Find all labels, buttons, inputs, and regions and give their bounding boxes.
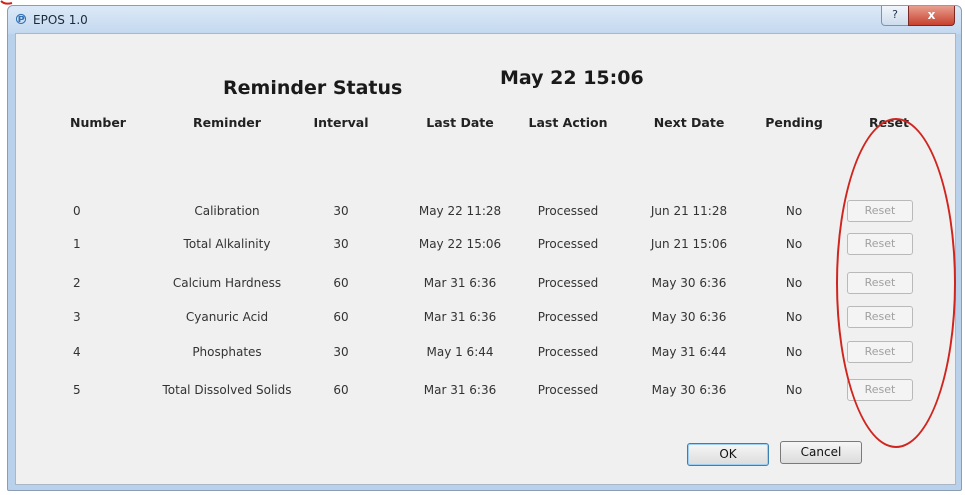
column-header-next-date: Next Date [653,115,725,130]
dialog-content [15,33,956,485]
cell-reminder: Calcium Hardness [172,276,282,290]
app-icon: ℗ [14,12,28,28]
help-button[interactable]: ? [881,6,909,26]
column-header-pending: Pending [765,115,823,130]
cell-next-date: Jun 21 15:06 [650,237,728,251]
column-header-interval: Interval [313,115,369,130]
cell-reminder: Cyanuric Acid [185,310,269,324]
cell-pending: No [785,345,803,359]
cell-interval: 30 [333,204,349,218]
cell-last-date: May 22 11:28 [418,204,502,218]
cell-interval: 60 [333,383,349,397]
close-button[interactable]: x [908,6,955,26]
cell-last-date: Mar 31 6:36 [423,276,497,290]
cell-last-action: Processed [537,204,599,218]
column-header-number: Number [70,115,126,130]
cell-number: 0 [73,204,81,218]
cell-reminder: Phosphates [192,345,262,359]
cell-interval: 30 [333,237,349,251]
cell-number: 5 [73,383,81,397]
cell-last-date: Mar 31 6:36 [423,383,497,397]
current-datetime: May 22 15:06 [500,67,644,89]
cell-last-action: Processed [537,345,599,359]
cell-reminder: Total Alkalinity [183,237,271,251]
cell-last-action: Processed [537,276,599,290]
cell-number: 3 [73,310,81,324]
cell-next-date: May 31 6:44 [651,345,727,359]
cell-last-date: Mar 31 6:36 [423,310,497,324]
cell-pending: No [785,237,803,251]
cell-last-date: May 22 15:06 [418,237,502,251]
page-title: Reminder Status [223,77,403,99]
cell-next-date: Jun 21 11:28 [650,204,728,218]
cell-next-date: May 30 6:36 [651,310,727,324]
cell-reminder: Total Dissolved Solids [162,383,292,397]
cell-last-action: Processed [537,237,599,251]
cell-last-action: Processed [537,310,599,324]
cell-number: 2 [73,276,81,290]
cell-last-date: May 1 6:44 [426,345,494,359]
column-header-reminder: Reminder [193,115,261,130]
cell-reminder: Calibration [194,204,260,218]
cell-pending: No [785,383,803,397]
column-header-last-date: Last Date [426,115,494,130]
column-header-last-action: Last Action [528,115,608,130]
cell-pending: No [785,204,803,218]
ok-button[interactable]: OK [687,443,769,466]
cell-next-date: May 30 6:36 [651,383,727,397]
cell-next-date: May 30 6:36 [651,276,727,290]
cell-pending: No [785,276,803,290]
cell-interval: 30 [333,345,349,359]
cell-number: 1 [73,237,81,251]
window-title: EPOS 1.0 [33,13,88,27]
cell-number: 4 [73,345,81,359]
annotation-corner-mark [0,0,13,5]
title-bar[interactable]: ℗ EPOS 1.0 ? x [8,6,961,34]
cell-interval: 60 [333,310,349,324]
cell-last-action: Processed [537,383,599,397]
reset-column-highlight [836,118,956,448]
cell-interval: 60 [333,276,349,290]
cell-pending: No [785,310,803,324]
cancel-button[interactable]: Cancel [780,441,862,464]
